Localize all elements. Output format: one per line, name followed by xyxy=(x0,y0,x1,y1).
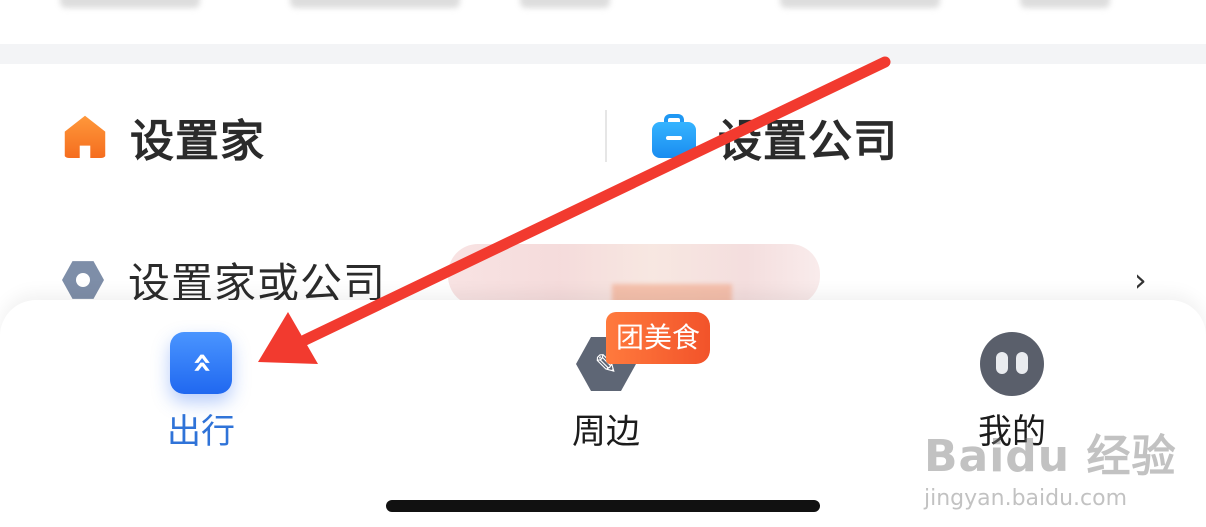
watermark-logo-text: Baidu 经验 xyxy=(924,431,1177,482)
watermark: Baidu 经验 jingyan.baidu.com xyxy=(924,420,1184,520)
watermark-url: jingyan.baidu.com xyxy=(924,486,1128,511)
